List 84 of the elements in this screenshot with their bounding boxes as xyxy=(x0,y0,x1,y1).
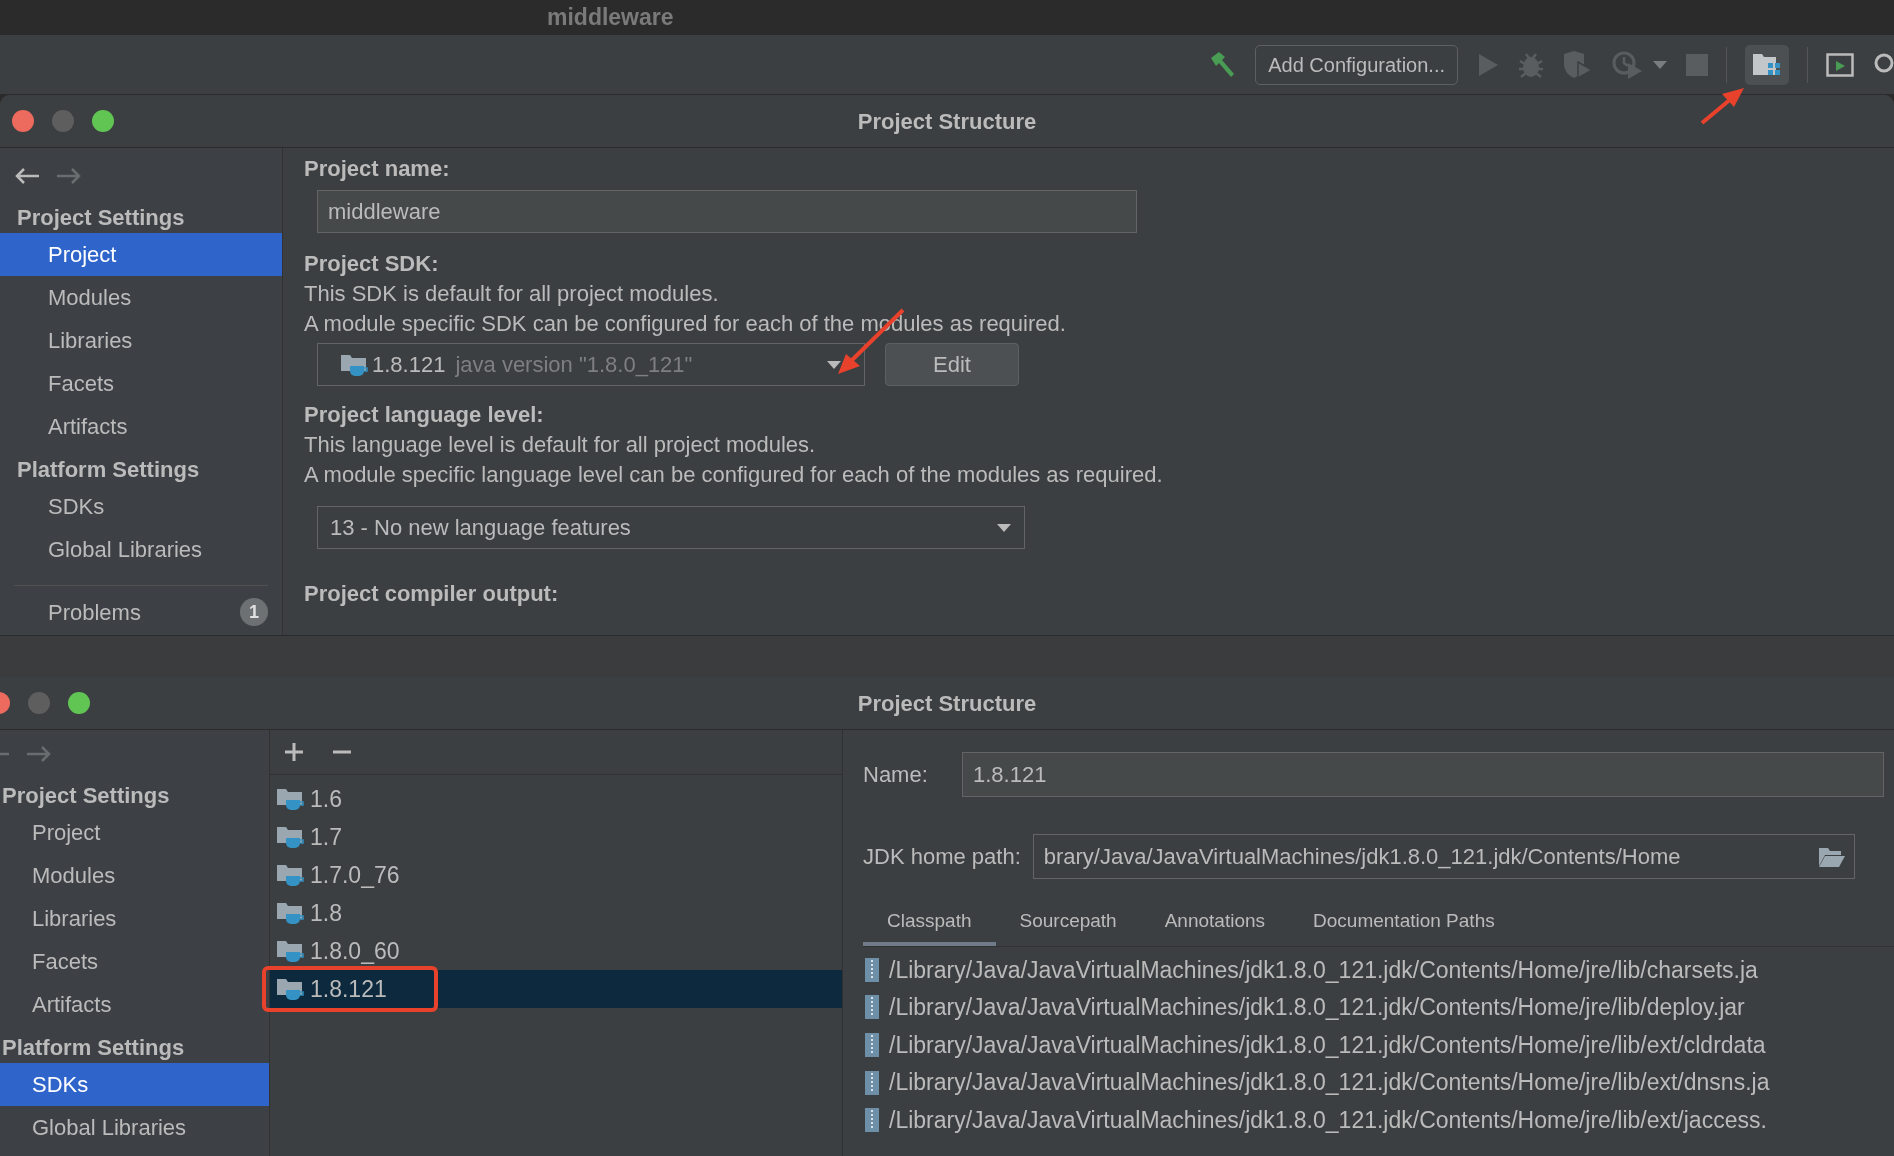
jar-icon xyxy=(865,1033,879,1057)
field-label: Project language level: xyxy=(304,401,545,429)
jar-icon xyxy=(865,1070,879,1095)
forward-arrow-icon[interactable] xyxy=(26,745,52,763)
field-label: Name: xyxy=(863,761,929,789)
field-label: Project SDK: xyxy=(304,250,440,278)
tab[interactable]: Documentation Paths xyxy=(1289,900,1519,946)
sidebar-item[interactable]: Modules xyxy=(0,276,282,319)
folder-grid-icon xyxy=(1752,51,1782,78)
jar-icon xyxy=(865,957,879,982)
run-configuration-dropdown[interactable]: Add Configuration... xyxy=(1255,44,1458,85)
project-name-field[interactable]: middleware xyxy=(317,190,1137,233)
folder-cup-icon xyxy=(276,938,304,964)
sdk-list-item[interactable]: 1.8.0_60 xyxy=(270,932,842,970)
profiler-icon[interactable] xyxy=(1612,49,1644,80)
problems-count-badge: 1 xyxy=(240,598,268,626)
field-label: Project compiler output: xyxy=(304,580,560,608)
project-structure-button[interactable] xyxy=(1745,44,1789,85)
terminal-run-icon[interactable] xyxy=(1826,52,1854,77)
sidebar-heading: Project Settings xyxy=(2,782,170,810)
jdk-home-path-field[interactable]: brary/Java/JavaVirtualMachines/jdk1.8.0_121.jdk/Contents/Home xyxy=(1032,834,1855,879)
sidebar-item[interactable]: Project xyxy=(0,811,269,854)
sidebar-heading: Platform Settings xyxy=(2,1034,185,1062)
folder-cup-icon xyxy=(276,862,304,888)
sidebar-heading: Project Settings xyxy=(17,204,185,232)
sidebar-heading: Platform Settings xyxy=(17,456,200,484)
folder-cup-icon xyxy=(276,824,304,850)
sidebar-item[interactable]: Libraries xyxy=(0,897,269,940)
folder-cup-icon xyxy=(276,976,304,1002)
caret-icon xyxy=(826,359,842,370)
classpath-entry: /Library/Java/JavaVirtualMachines/jdk1.8.0_121.jdk/Contents/Home/jre/lib/deploy.jar xyxy=(889,993,1745,1023)
description-text: A module specific language level can be configured for each of the modules as required. xyxy=(304,461,1164,489)
run-icon[interactable] xyxy=(1476,51,1500,78)
sidebar-item[interactable]: SDKs xyxy=(0,485,282,528)
description-text: This language level is default for all project modules. xyxy=(304,431,817,459)
jar-icon xyxy=(865,1108,879,1133)
field-label: Project name: xyxy=(304,155,451,183)
sidebar-item[interactable]: Modules xyxy=(0,854,269,897)
sidebar-item[interactable]: Facets xyxy=(0,940,269,983)
sdk-list-item[interactable]: 1.7.0_76 xyxy=(270,856,842,894)
sidebar-item[interactable]: SDKs xyxy=(0,1063,269,1106)
folder-cup-icon xyxy=(276,900,304,926)
caret-icon xyxy=(996,522,1012,533)
sdk-list-item[interactable]: 1.6 xyxy=(270,780,842,818)
classpath-entry: /Library/Java/JavaVirtualMachines/jdk1.8.0_121.jdk/Contents/Home/jre/lib/ext/dnsns.ja xyxy=(889,1068,1770,1098)
sidebar-item[interactable]: Global Libraries xyxy=(0,1106,269,1149)
add-icon[interactable] xyxy=(284,742,304,762)
back-arrow-icon[interactable] xyxy=(14,167,40,185)
close-window-button[interactable] xyxy=(12,110,34,132)
language-level-dropdown[interactable]: 13 - No new language features xyxy=(317,506,1025,549)
tab[interactable]: Annotations xyxy=(1140,900,1290,946)
open-folder-icon[interactable] xyxy=(1817,845,1846,868)
minimize-window-button[interactable] xyxy=(28,692,50,714)
tab[interactable]: Classpath xyxy=(863,900,996,946)
classpath-entry: /Library/Java/JavaVirtualMachines/jdk1.8.0_121.jdk/Contents/Home/jre/lib/charsets.ja xyxy=(889,955,1758,985)
edit-button[interactable]: Edit xyxy=(885,343,1019,386)
description-text: This SDK is default for all project modules. xyxy=(304,280,720,308)
sdk-list-item[interactable]: 1.8 xyxy=(270,894,842,932)
sidebar-item[interactable]: Project xyxy=(0,233,282,276)
caret-icon[interactable] xyxy=(1652,59,1668,70)
zoom-window-button[interactable] xyxy=(92,110,114,132)
sidebar-item[interactable]: Libraries xyxy=(0,319,282,362)
classpath-entry: /Library/Java/JavaVirtualMachines/jdk1.8.0_121.jdk/Contents/Home/jre/lib/ext/jaccess. xyxy=(889,1105,1767,1135)
window-title: Project Structure xyxy=(857,107,1037,136)
sidebar-item[interactable]: Artifacts xyxy=(0,983,269,1026)
forward-arrow-icon[interactable] xyxy=(56,167,82,185)
folder-cup-icon xyxy=(276,786,304,812)
jar-icon xyxy=(865,995,879,1020)
sidebar-item[interactable]: Global Libraries xyxy=(0,528,282,571)
stop-icon[interactable] xyxy=(1686,53,1708,76)
field-label: JDK home path: xyxy=(863,843,1021,871)
sidebar-item[interactable]: Artifacts xyxy=(0,405,282,448)
sdk-dropdown[interactable]: 1.8.121 java version "1.8.0_121" xyxy=(317,343,865,386)
sdk-list-item[interactable]: 1.7 xyxy=(270,818,842,856)
sdk-name-field[interactable]: 1.8.121 xyxy=(962,752,1884,797)
sidebar-item[interactable]: Facets xyxy=(0,362,282,405)
zoom-window-button[interactable] xyxy=(68,692,90,714)
problems-item[interactable]: Problems xyxy=(48,595,141,629)
tab[interactable]: Sourcepath xyxy=(995,900,1141,946)
classpath-entry: /Library/Java/JavaVirtualMachines/jdk1.8.0_121.jdk/Contents/Home/jre/lib/ext/cldrdata xyxy=(889,1030,1766,1060)
annotation-arrow xyxy=(1700,88,1744,125)
minimize-window-button[interactable] xyxy=(52,110,74,132)
window-title: Project Structure xyxy=(857,689,1037,718)
ide-title: middleware xyxy=(547,3,675,32)
